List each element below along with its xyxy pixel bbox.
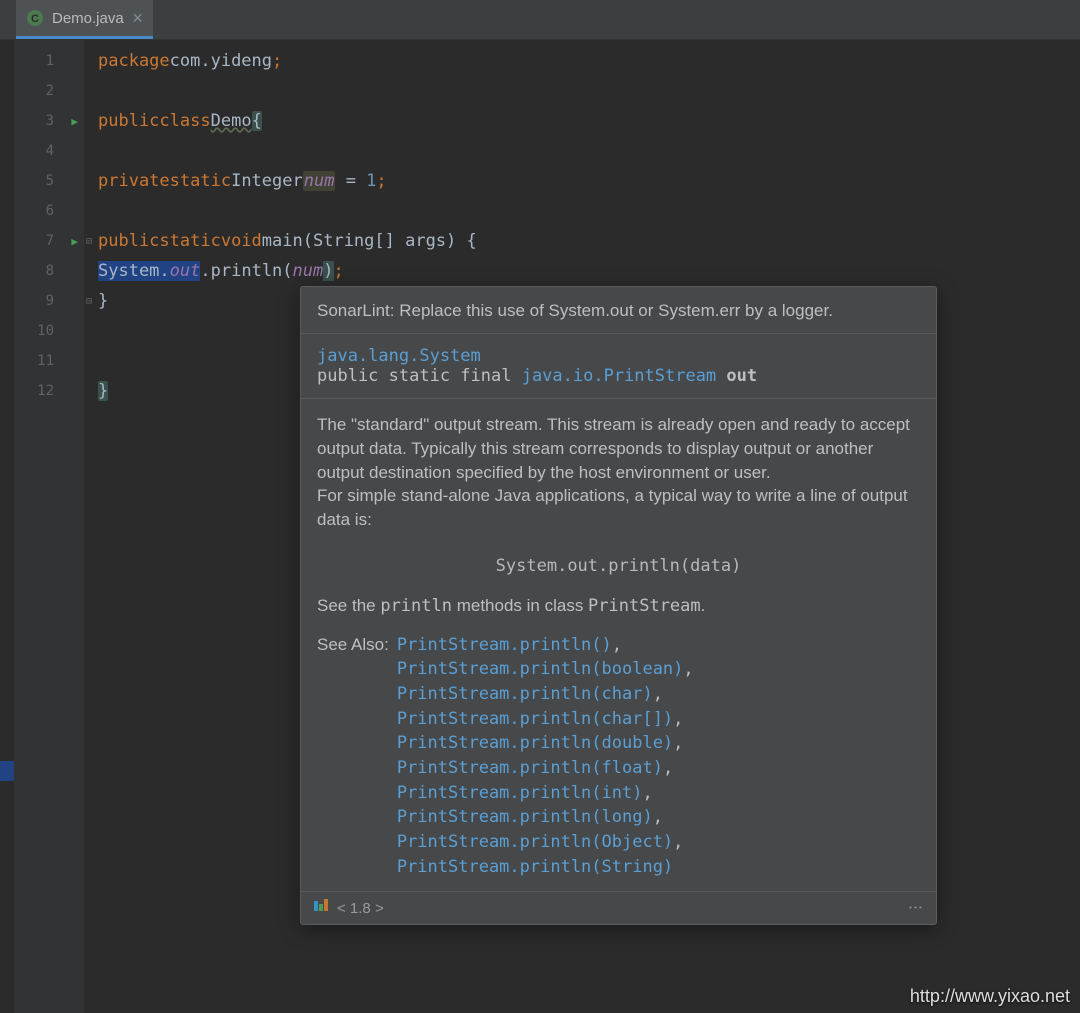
gutter-line: 8 [14,256,84,286]
code-line [98,76,1080,106]
bookmark-marker[interactable] [0,761,14,781]
doc-see: See the println methods in class PrintSt… [301,594,936,629]
left-ruler [0,40,14,1013]
tab-label: Demo.java [52,10,124,27]
gutter-line: 7▶⊟ [14,226,84,256]
see-also-link[interactable]: PrintStream.println(boolean) [397,659,684,679]
see-also-link[interactable]: PrintStream.println(char[]) [397,709,673,729]
close-icon[interactable]: ✕ [132,10,144,27]
see-also-link[interactable]: PrintStream.println(Object) [397,832,673,852]
gutter-line: 12 [14,376,84,406]
lint-message: SonarLint: Replace this use of System.ou… [301,287,936,334]
svg-text:C: C [31,13,39,25]
doc-body: The "standard" output stream. This strea… [301,399,936,542]
tab-demo-java[interactable]: C Demo.java ✕ [16,0,153,39]
see-also-link[interactable]: PrintStream.println(double) [397,733,673,753]
watermark-text: http://www.yixao.net [910,986,1070,1007]
more-icon[interactable]: ⋮ [906,900,924,916]
gutter-line: 4 [14,136,84,166]
see-also-link[interactable]: PrintStream.println() [397,635,612,655]
code-line: public class Demo { [98,106,1080,136]
gutter-line: 10 [14,316,84,346]
gutter-line: 11 [14,346,84,376]
doc-code-sample: System.out.println(data) [301,542,936,594]
language-level[interactable]: < 1.8 > [337,900,384,917]
gutter-line: 2 [14,76,84,106]
gutter-line: 6 [14,196,84,226]
gutter: 1 2 3▶ 4 5 6 7▶⊟ 8 9⊟ 10 11 12 [14,40,84,1013]
see-also-block: See Also: PrintStream.println(),PrintStr… [301,629,936,891]
see-also-link[interactable]: PrintStream.println(int) [397,783,643,803]
gutter-line: 3▶ [14,106,84,136]
see-also-link[interactable]: PrintStream.println(String) [397,857,673,877]
code-line: package com.yideng; [98,46,1080,76]
doc-footer: < 1.8 > ⋮ [301,891,936,924]
run-gutter-icon[interactable]: ▶ [71,115,78,128]
java-class-icon: C [26,9,44,27]
run-gutter-icon[interactable]: ▶ [71,235,78,248]
gutter-line: 5 [14,166,84,196]
see-also-link[interactable]: PrintStream.println(long) [397,807,653,827]
gutter-line: 1 [14,46,84,76]
code-line: private static Integer num = 1; [98,166,1080,196]
signature-block: java.lang.System public static final jav… [301,334,936,399]
see-also-label: See Also: [317,633,397,879]
code-line [98,196,1080,226]
see-also-link[interactable]: PrintStream.println(float) [397,758,663,778]
code-line [98,136,1080,166]
module-icon [313,898,329,918]
quickdoc-popup[interactable]: SonarLint: Replace this use of System.ou… [300,286,937,925]
gutter-line: 9⊟ [14,286,84,316]
tab-bar: C Demo.java ✕ [0,0,1080,40]
see-also-link[interactable]: PrintStream.println(char) [397,684,653,704]
code-line: public static void main(String[] args) { [98,226,1080,256]
see-also-links: PrintStream.println(),PrintStream.printl… [397,633,694,879]
code-line: System.out.println(num); [98,256,1080,286]
